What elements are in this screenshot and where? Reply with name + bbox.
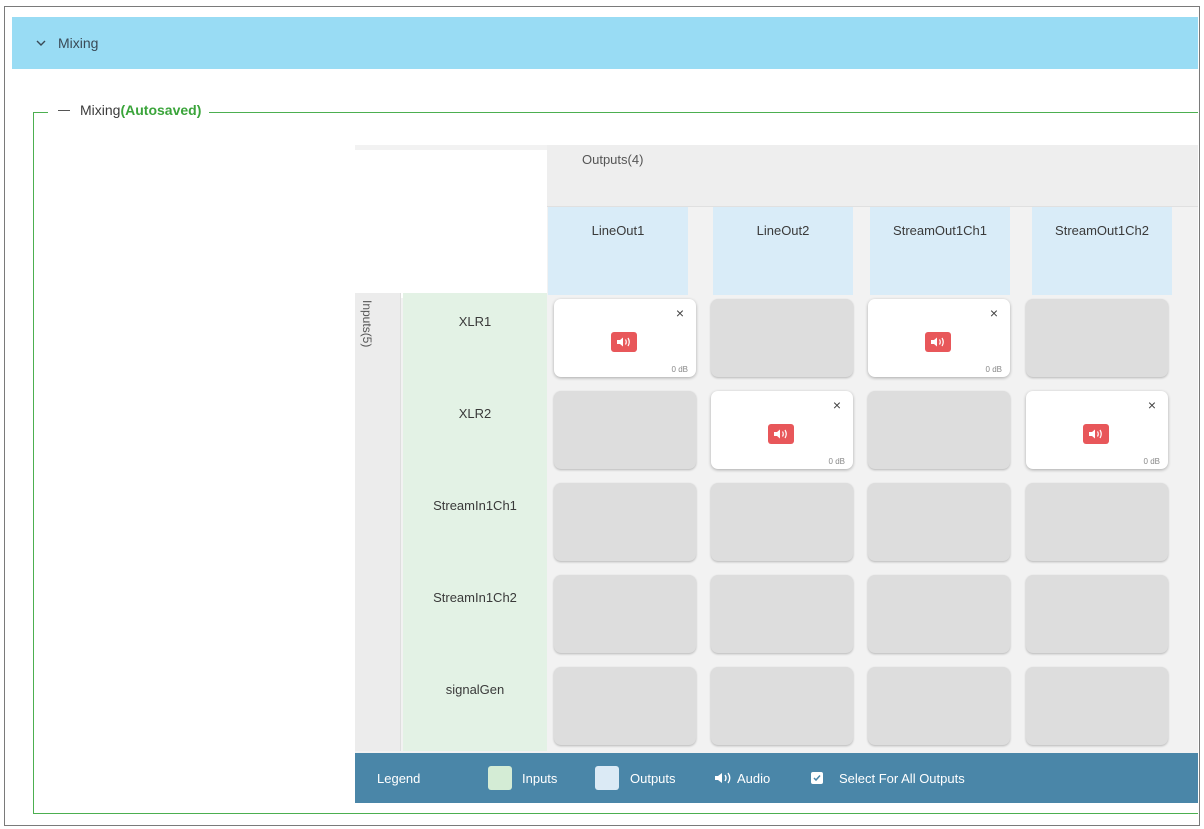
matrix-cell[interactable] xyxy=(1026,483,1168,561)
matrix-cell[interactable]: × 0 dB xyxy=(711,391,853,469)
section-title: Mixing xyxy=(80,102,121,118)
outputs-count-label: Outputs(4) xyxy=(582,152,644,167)
matrix-cell[interactable] xyxy=(1026,667,1168,745)
matrix-cell[interactable] xyxy=(1026,575,1168,653)
matrix-cell[interactable] xyxy=(554,391,696,469)
gain-level: 0 dB xyxy=(985,365,1002,374)
close-icon[interactable]: × xyxy=(676,305,684,321)
matrix-cell[interactable] xyxy=(711,299,853,377)
gain-level: 0 dB xyxy=(828,457,845,466)
matrix-cell[interactable] xyxy=(868,391,1010,469)
speaker-icon xyxy=(611,332,637,352)
collapse-dash-icon xyxy=(58,109,70,111)
matrix-cell[interactable] xyxy=(868,575,1010,653)
output-header: LineOut2 xyxy=(713,207,853,295)
close-icon[interactable]: × xyxy=(833,397,841,413)
input-header: XLR2 xyxy=(458,406,492,421)
close-icon[interactable]: × xyxy=(1148,397,1156,413)
matrix-cell[interactable] xyxy=(868,483,1010,561)
matrix-cell[interactable]: × 0 dB xyxy=(554,299,696,377)
fieldset-legend[interactable]: Mixing (Autosaved) xyxy=(48,102,210,118)
matrix-cell[interactable]: × 0 dB xyxy=(868,299,1010,377)
matrix-cell[interactable] xyxy=(711,483,853,561)
matrix-corner xyxy=(355,150,547,298)
input-header: StreamIn1Ch2 xyxy=(433,590,517,605)
mixing-section-header[interactable]: Mixing xyxy=(12,17,1198,69)
speaker-icon xyxy=(768,424,794,444)
output-header: StreamOut1Ch2 xyxy=(1032,207,1172,295)
gain-level: 0 dB xyxy=(671,365,688,374)
matrix-cell[interactable] xyxy=(554,483,696,561)
matrix-cell[interactable]: × 0 dB xyxy=(1026,391,1168,469)
autosaved-status: (Autosaved) xyxy=(120,102,202,118)
legend-outputs-label: Outputs xyxy=(630,770,676,786)
legend-bar: Legend Inputs Outputs Audio Select For A… xyxy=(355,753,1198,803)
matrix-cell[interactable] xyxy=(711,667,853,745)
legend-audio-label: Audio xyxy=(737,770,771,786)
matrix-cell[interactable] xyxy=(554,667,696,745)
matrix-cell[interactable] xyxy=(711,575,853,653)
input-header: StreamIn1Ch1 xyxy=(433,498,517,513)
checkbox-icon xyxy=(811,753,823,803)
outputs-strip xyxy=(547,145,1198,207)
input-header: signalGen xyxy=(445,682,505,697)
legend-outputs-swatch xyxy=(595,753,619,803)
legend-title: Legend xyxy=(377,770,421,786)
input-header: XLR1 xyxy=(458,314,492,329)
matrix-cell[interactable] xyxy=(868,667,1010,745)
legend-inputs-label: Inputs xyxy=(522,770,558,786)
speaker-icon xyxy=(713,753,733,803)
inputs-count-label: Inputs(5) xyxy=(360,300,374,348)
matrix-cell[interactable] xyxy=(1026,299,1168,377)
legend-select-all-label: Select For All Outputs xyxy=(839,770,965,786)
legend-inputs-swatch xyxy=(488,753,512,803)
matrix-cell[interactable] xyxy=(554,575,696,653)
close-icon[interactable]: × xyxy=(990,305,998,321)
header-title: Mixing xyxy=(58,35,99,51)
chevron-down-icon xyxy=(34,36,48,50)
gain-level: 0 dB xyxy=(1143,457,1160,466)
output-header: LineOut1 xyxy=(548,207,688,295)
speaker-icon xyxy=(1083,424,1109,444)
output-header: StreamOut1Ch1 xyxy=(870,207,1010,295)
speaker-icon xyxy=(925,332,951,352)
